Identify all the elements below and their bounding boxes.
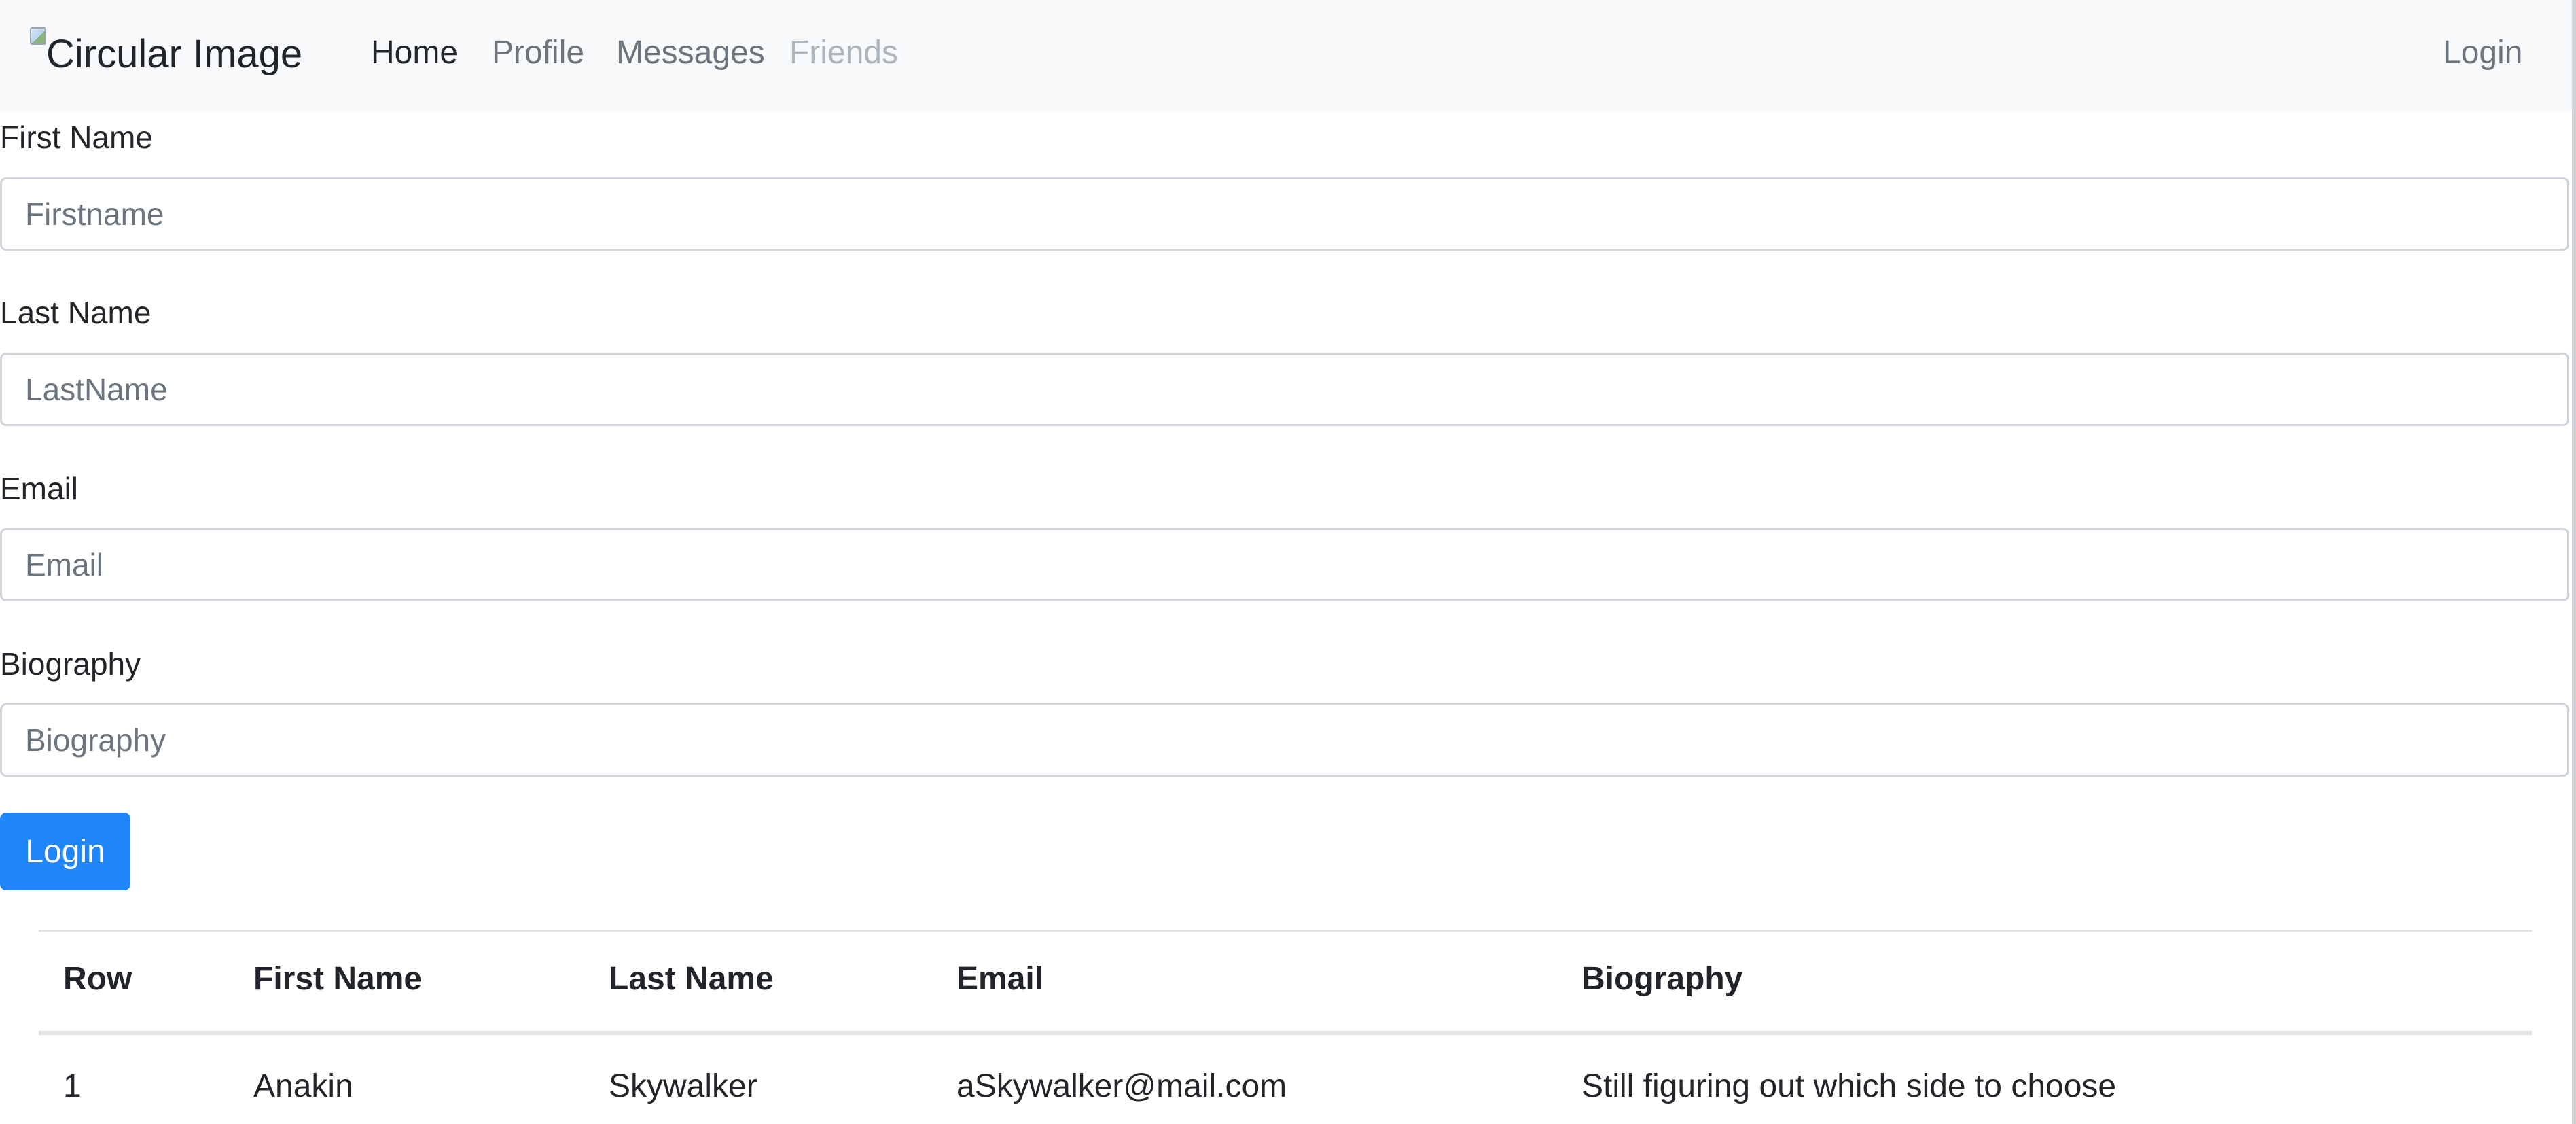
table-cell-last-name: Skywalker [609, 1068, 757, 1104]
table-cell-biography: Still figuring out which side to choose [1581, 1068, 2117, 1104]
column-header-row: Row [63, 961, 132, 997]
column-header-first-name: First Name [253, 961, 423, 997]
email-label: Email [0, 471, 79, 506]
nav-link-messages[interactable]: Messages [616, 26, 765, 80]
navbar: Circular Image Home Profile Messages Fri… [0, 0, 2572, 112]
broken-image-icon [30, 27, 46, 45]
nav-link-friends: Friends [789, 35, 899, 71]
last-name-input[interactable] [0, 353, 2569, 426]
nav-link-profile[interactable]: Profile [492, 26, 584, 80]
last-name-label: Last Name [0, 295, 151, 330]
biography-input[interactable] [0, 703, 2569, 777]
nav-login-link[interactable]: Login [2443, 26, 2522, 80]
first-name-input[interactable] [0, 177, 2569, 251]
table-header-border [39, 1031, 2532, 1035]
nav-link-home[interactable]: Home [371, 26, 458, 80]
first-name-label: First Name [0, 120, 153, 155]
table-cell-row: 1 [63, 1068, 82, 1104]
column-header-email: Email [956, 961, 1044, 997]
scrollbar[interactable] [2572, 0, 2576, 1124]
table-cell-first-name: Anakin [253, 1068, 353, 1104]
login-button[interactable]: Login [0, 813, 130, 890]
biography-label: Biography [0, 646, 141, 682]
table-top-border [39, 930, 2532, 932]
table-cell-email: aSkywalker@mail.com [956, 1068, 1287, 1104]
brand-logo[interactable]: Circular Image [30, 26, 302, 86]
column-header-biography: Biography [1581, 961, 1743, 997]
column-header-last-name: Last Name [609, 961, 774, 997]
email-input[interactable] [0, 528, 2569, 601]
brand-alt-text: Circular Image [46, 32, 303, 76]
